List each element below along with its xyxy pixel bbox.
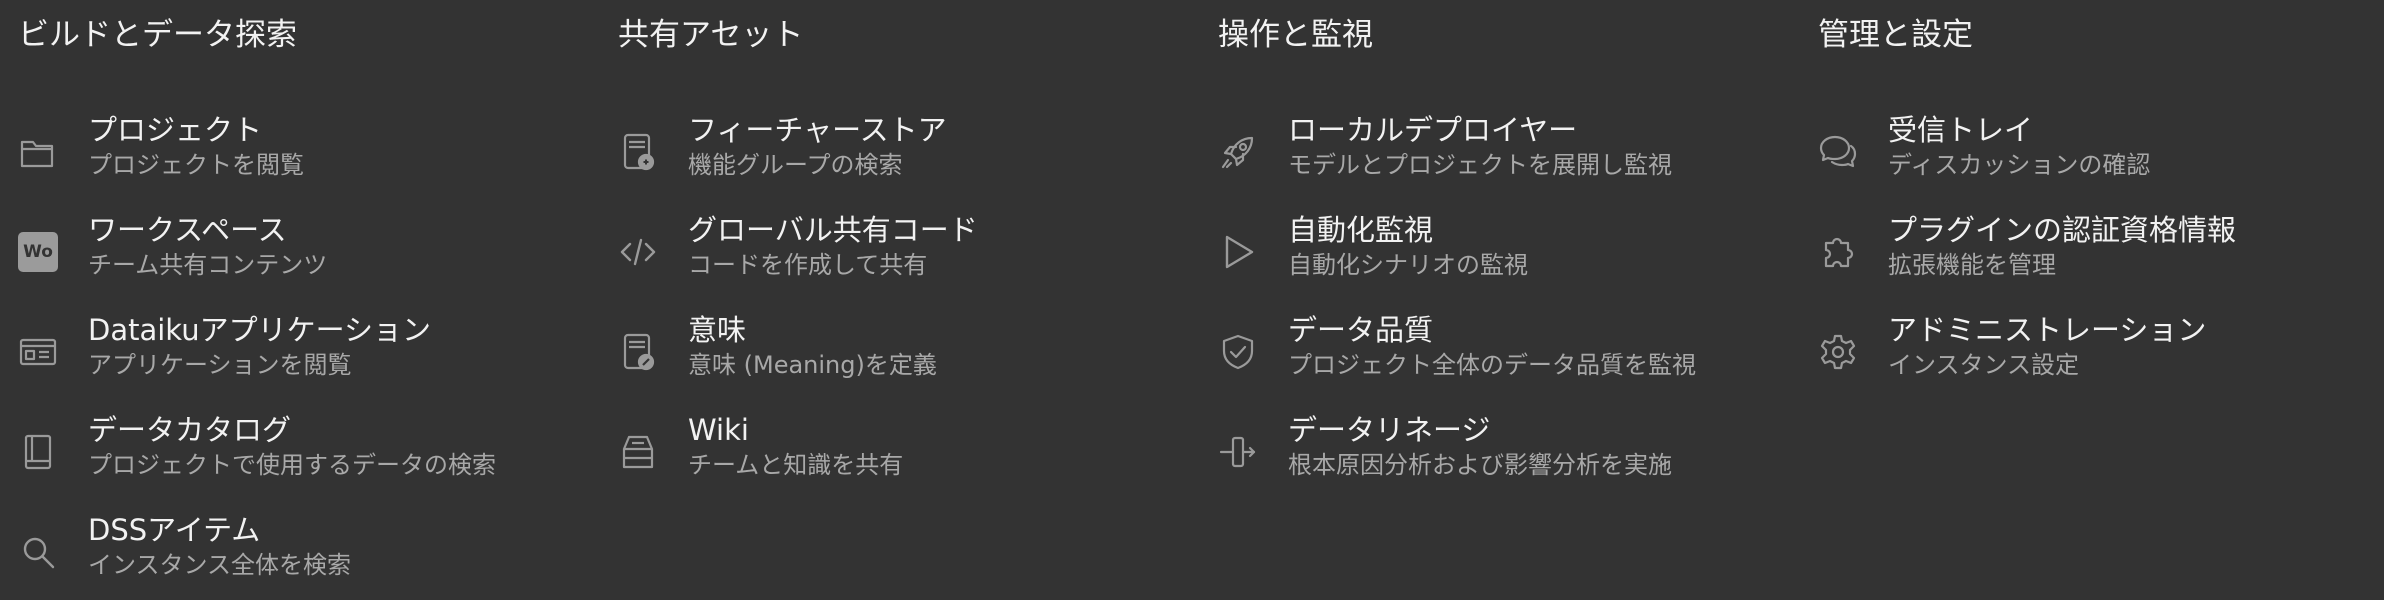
column-build-and-explore: ビルドとデータ探索 プロジェクト プロジェクトを閲覧 Wo ワークスペース チー… bbox=[18, 14, 618, 600]
menu-item-text: データリネージ 根本原因分析および影響分析を実施 bbox=[1288, 411, 1672, 481]
menu-item-wiki[interactable]: Wiki チームと知識を共有 bbox=[618, 393, 1218, 493]
menu-item-description: モデルとプロジェクトを展開し監視 bbox=[1288, 151, 1672, 179]
menu-item-description: 自動化シナリオの監視 bbox=[1288, 251, 1528, 279]
menu-item-text: Dataikuアプリケーション アプリケーションを閲覧 bbox=[88, 311, 431, 381]
menu-item-feature-store[interactable]: フィーチャーストア 機能グループの検索 bbox=[618, 93, 1218, 193]
menu-item-label: データリネージ bbox=[1288, 413, 1491, 447]
menu-item-label: プラグインの認証資格情報 bbox=[1888, 213, 2237, 247]
menu-item-text: Wiki チームと知識を共有 bbox=[688, 411, 903, 481]
menu-item-global-shared-code[interactable]: グローバル共有コード コードを作成して共有 bbox=[618, 193, 1218, 293]
menu-item-dss-items[interactable]: DSSアイテム インスタンス全体を検索 bbox=[18, 493, 618, 593]
menu-item-description: 機能グループの検索 bbox=[688, 151, 903, 179]
menu-item-text: 意味 意味 (Meaning)を定義 bbox=[688, 311, 937, 381]
menu-item-text: 自動化監視 自動化シナリオの監視 bbox=[1288, 211, 1528, 281]
menu-item-label: グローバル共有コード bbox=[688, 213, 978, 247]
menu-item-label: データカタログ bbox=[88, 413, 292, 447]
menu-item-label: ワークスペース bbox=[88, 213, 287, 247]
menu-item-text: フィーチャーストア 機能グループの検索 bbox=[688, 111, 947, 181]
shield-check-icon bbox=[1218, 332, 1258, 372]
rocket-icon bbox=[1218, 132, 1258, 172]
menu-item-text: プロジェクト プロジェクトを閲覧 bbox=[88, 111, 304, 181]
menu-item-plugin-credentials[interactable]: プラグインの認証資格情報 拡張機能を管理 bbox=[1818, 193, 2384, 293]
menu-item-label: 受信トレイ bbox=[1888, 113, 2034, 147]
menu-item-label: プロジェクト bbox=[88, 113, 263, 147]
menu-item-label: DSSアイテム bbox=[88, 513, 261, 547]
puzzle-piece-icon bbox=[1818, 232, 1858, 272]
column-title: ビルドとデータ探索 bbox=[18, 17, 297, 53]
menu-item-description: コードを作成して共有 bbox=[688, 251, 928, 279]
catalog-book-icon bbox=[18, 432, 58, 472]
menu-item-data-quality[interactable]: データ品質 プロジェクト全体のデータ品質を監視 bbox=[1218, 293, 1818, 393]
application-icon bbox=[18, 332, 58, 372]
menu-item-data-lineage[interactable]: データリネージ 根本原因分析および影響分析を実施 bbox=[1218, 393, 1818, 493]
menu-item-description: 意味 (Meaning)を定義 bbox=[688, 351, 937, 379]
menu-item-description: インスタンス設定 bbox=[1888, 351, 2080, 379]
feature-store-icon bbox=[618, 132, 658, 172]
menu-item-description: プロジェクト全体のデータ品質を監視 bbox=[1288, 351, 1696, 379]
menu-item-text: グローバル共有コード コードを作成して共有 bbox=[688, 211, 978, 281]
workspace-icon: Wo bbox=[18, 232, 58, 272]
menu-item-description: 根本原因分析および影響分析を実施 bbox=[1288, 451, 1672, 479]
menu-item-text: DSSアイテム インスタンス全体を検索 bbox=[88, 511, 351, 581]
menu-item-label: 自動化監視 bbox=[1288, 213, 1434, 247]
column-title: 操作と監視 bbox=[1218, 17, 1373, 53]
menu-item-inbox[interactable]: 受信トレイ ディスカッションの確認 bbox=[1818, 93, 2384, 193]
menu-item-label: アドミニストレーション bbox=[1888, 313, 2207, 347]
menu-item-text: データ品質 プロジェクト全体のデータ品質を監視 bbox=[1288, 311, 1696, 381]
menu-item-description: チーム共有コンテンツ bbox=[88, 251, 328, 279]
menu-item-local-deployer[interactable]: ローカルデプロイヤー モデルとプロジェクトを展開し監視 bbox=[1218, 93, 1818, 193]
menu-item-label: 意味 bbox=[688, 313, 747, 347]
menu-item-automation-monitoring[interactable]: 自動化監視 自動化シナリオの監視 bbox=[1218, 193, 1818, 293]
column-title: 管理と設定 bbox=[1818, 17, 1973, 53]
meaning-icon bbox=[618, 332, 658, 372]
menu-item-description: プロジェクトを閲覧 bbox=[88, 151, 304, 179]
folder-icon bbox=[18, 132, 58, 172]
menu-item-description: ディスカッションの確認 bbox=[1888, 151, 2151, 179]
menu-item-data-catalog[interactable]: データカタログ プロジェクトで使用するデータの検索 bbox=[18, 393, 618, 493]
menu-item-text: プラグインの認証資格情報 拡張機能を管理 bbox=[1888, 211, 2236, 281]
menu-item-label: Wiki bbox=[688, 413, 749, 447]
chat-bubbles-icon bbox=[1818, 132, 1858, 172]
play-icon bbox=[1218, 232, 1258, 272]
menu-item-label: フィーチャーストア bbox=[688, 113, 947, 147]
column-title: 共有アセット bbox=[618, 17, 804, 53]
menu-item-text: 受信トレイ ディスカッションの確認 bbox=[1888, 111, 2150, 181]
menu-item-administration[interactable]: アドミニストレーション インスタンス設定 bbox=[1818, 293, 2384, 393]
menu-item-label: データ品質 bbox=[1288, 313, 1434, 347]
gear-icon bbox=[1818, 332, 1858, 372]
menu-item-workspaces[interactable]: Wo ワークスペース チーム共有コンテンツ bbox=[18, 193, 618, 293]
menu-item-text: ローカルデプロイヤー モデルとプロジェクトを展開し監視 bbox=[1288, 111, 1672, 181]
menu-item-meanings[interactable]: 意味 意味 (Meaning)を定義 bbox=[618, 293, 1218, 393]
menu-item-text: データカタログ プロジェクトで使用するデータの検索 bbox=[88, 411, 496, 481]
menu-item-text: アドミニストレーション インスタンス設定 bbox=[1888, 311, 2206, 381]
lineage-icon bbox=[1218, 432, 1258, 472]
menu-item-text: ワークスペース チーム共有コンテンツ bbox=[88, 211, 327, 281]
menu-item-description: インスタンス全体を検索 bbox=[88, 551, 352, 579]
column-management-and-settings: 管理と設定 受信トレイ ディスカッションの確認 プラグインの認証資格情報 拡張機… bbox=[1818, 14, 2384, 600]
menu-item-projects[interactable]: プロジェクト プロジェクトを閲覧 bbox=[18, 93, 618, 193]
menu-item-label: ローカルデプロイヤー bbox=[1288, 113, 1578, 147]
menu-item-description: プロジェクトで使用するデータの検索 bbox=[88, 451, 496, 479]
menu-item-label: Dataikuアプリケーション bbox=[88, 313, 432, 347]
code-icon bbox=[618, 232, 658, 272]
wiki-icon bbox=[618, 432, 658, 472]
navigation-menu: ビルドとデータ探索 プロジェクト プロジェクトを閲覧 Wo ワークスペース チー… bbox=[0, 0, 2384, 600]
column-shared-assets: 共有アセット フィーチャーストア 機能グループの検索 グローバル共有コード コー… bbox=[618, 14, 1218, 600]
menu-item-dataiku-applications[interactable]: Dataikuアプリケーション アプリケーションを閲覧 bbox=[18, 293, 618, 393]
search-icon bbox=[18, 532, 58, 572]
column-operations-and-monitoring: 操作と監視 ローカルデプロイヤー モデルとプロジェクトを展開し監視 自動化監視 … bbox=[1218, 14, 1818, 600]
menu-item-description: チームと知識を共有 bbox=[688, 451, 904, 479]
workspace-badge: Wo bbox=[18, 232, 58, 272]
menu-item-description: 拡張機能を管理 bbox=[1888, 251, 2056, 279]
menu-item-description: アプリケーションを閲覧 bbox=[88, 351, 352, 379]
